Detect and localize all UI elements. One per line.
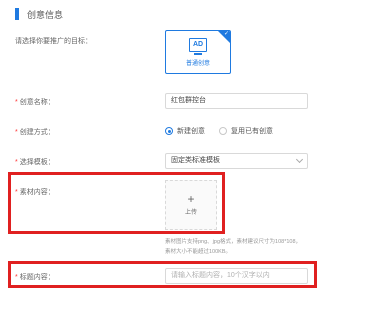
highlight-box-title [8, 261, 317, 288]
template-row-label: * 选择模板： [15, 157, 55, 167]
section-header: 创意信息 [15, 7, 63, 21]
required-mark: * [15, 129, 18, 136]
creative-name-input[interactable]: 红包群控台 [165, 93, 308, 109]
template-select-value: 固定类标准模板 [171, 157, 220, 164]
goal-card-label: 普通创意 [185, 60, 210, 67]
template-select[interactable]: 固定类标准模板 [165, 153, 308, 169]
material-hint-line2: 素材大小不能超过100KB。 [165, 249, 232, 255]
name-row-label: * 创意名称： [15, 97, 55, 107]
goal-label: 请选择你要推广的目标： [15, 38, 92, 45]
method-row-label: * 创建方式： [15, 127, 55, 137]
highlight-box-material [8, 172, 225, 234]
radio-reuse-label: 复用已有创意 [231, 128, 273, 135]
method-label: 创建方式： [19, 129, 55, 136]
ad-monitor-icon: AD [189, 37, 207, 52]
goal-card-normal-creative[interactable]: ✓ AD 普通创意 [165, 30, 231, 74]
monitor-stand [194, 52, 202, 55]
template-label: 选择模板： [19, 159, 55, 166]
required-mark: * [15, 159, 18, 166]
radio-reuse-creative[interactable]: 复用已有创意 [219, 126, 273, 136]
name-label: 创意名称： [19, 99, 55, 106]
radio-checked-icon [165, 127, 173, 135]
check-icon: ✓ [223, 31, 229, 37]
material-hint-line1: 素材图片支持png、jpg格式，素材建议尺寸为108*108， [165, 239, 302, 245]
chevron-down-icon [295, 155, 304, 164]
radio-unchecked-icon [219, 127, 227, 135]
required-mark: * [15, 99, 18, 106]
radio-new-creative[interactable]: 新建创意 [165, 126, 205, 136]
section-accent-bar [15, 8, 19, 20]
method-radio-group: 新建创意 复用已有创意 [165, 126, 287, 136]
radio-new-label: 新建创意 [177, 128, 205, 135]
section-title: 创意信息 [27, 9, 64, 20]
